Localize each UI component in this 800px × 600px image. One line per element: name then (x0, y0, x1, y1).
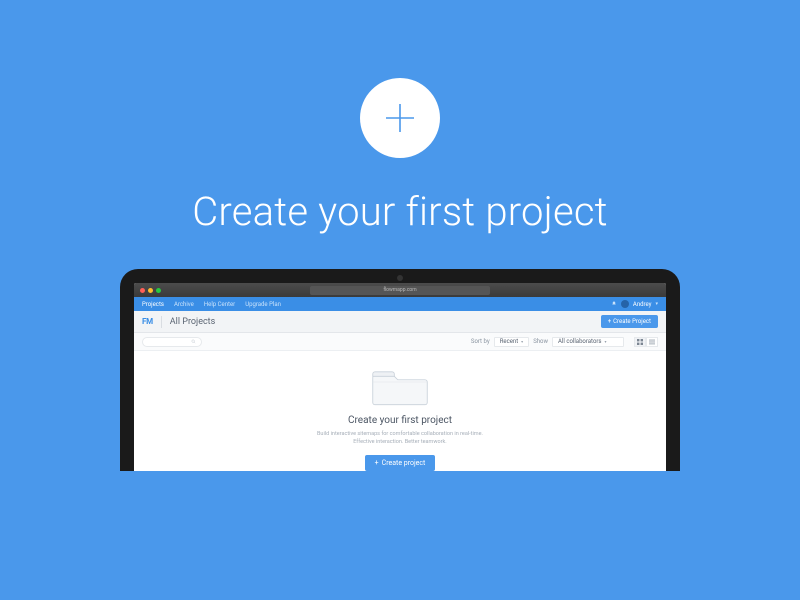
minimize-icon[interactable] (148, 288, 153, 293)
user-menu[interactable]: Andrey (633, 301, 652, 308)
empty-state-title: Create your first project (348, 415, 452, 426)
nav-item-archive[interactable]: Archive (174, 301, 194, 308)
page-title: All Projects (170, 317, 215, 327)
filter-bar: Sort by Recent ▾ Show All collaborators … (134, 333, 666, 351)
folder-icon (371, 365, 429, 407)
laptop-frame: flowmapp.com Projects Archive Help Cente… (120, 269, 680, 471)
nav-item-help-center[interactable]: Help Center (204, 301, 235, 308)
plus-circle-icon (360, 78, 440, 158)
app-nav-bar: Projects Archive Help Center Upgrade Pla… (134, 297, 666, 311)
sort-by-select[interactable]: Recent ▾ (494, 337, 530, 347)
empty-state: Create your first project Build interact… (134, 351, 666, 471)
plus-icon: + (375, 459, 379, 467)
plus-icon: + (608, 318, 611, 325)
screen: flowmapp.com Projects Archive Help Cente… (134, 283, 666, 471)
sort-by-value: Recent (500, 338, 518, 345)
maximize-icon[interactable] (156, 288, 161, 293)
show-select[interactable]: All collaborators ▾ (552, 337, 624, 347)
close-icon[interactable] (140, 288, 145, 293)
search-input[interactable] (142, 337, 202, 347)
list-icon (649, 339, 655, 345)
chevron-down-icon: ▾ (605, 339, 607, 344)
url-bar[interactable]: flowmapp.com (310, 286, 490, 295)
project-header: FM All Projects + Create Project (134, 311, 666, 333)
chevron-down-icon: ▾ (521, 339, 523, 344)
avatar[interactable] (621, 300, 629, 308)
grid-icon (637, 339, 643, 345)
empty-state-subtitle: Build interactive sitemaps for comfortab… (317, 430, 483, 447)
camera-dot (397, 275, 403, 281)
create-project-label: Create Project (613, 318, 651, 325)
browser-chrome: flowmapp.com (134, 283, 666, 297)
grid-view-button[interactable] (634, 337, 646, 347)
create-project-label: Create project (382, 459, 426, 467)
create-project-button-large[interactable]: + Create project (365, 455, 436, 471)
nav-item-projects[interactable]: Projects (142, 301, 164, 308)
search-icon (191, 339, 196, 344)
list-view-button[interactable] (646, 337, 658, 347)
logo[interactable]: FM (142, 317, 153, 326)
show-label: Show (533, 338, 548, 345)
divider (161, 316, 162, 328)
sort-by-label: Sort by (471, 338, 490, 345)
create-project-button[interactable]: + Create Project (601, 315, 658, 328)
traffic-lights (140, 288, 161, 293)
nav-item-upgrade-plan[interactable]: Upgrade Plan (245, 301, 281, 308)
plus-icon (380, 98, 420, 138)
hero-title: Create your first project (192, 188, 608, 235)
chevron-down-icon[interactable]: ▾ (655, 301, 658, 307)
show-value: All collaborators (558, 338, 602, 345)
bell-icon[interactable] (611, 301, 617, 307)
